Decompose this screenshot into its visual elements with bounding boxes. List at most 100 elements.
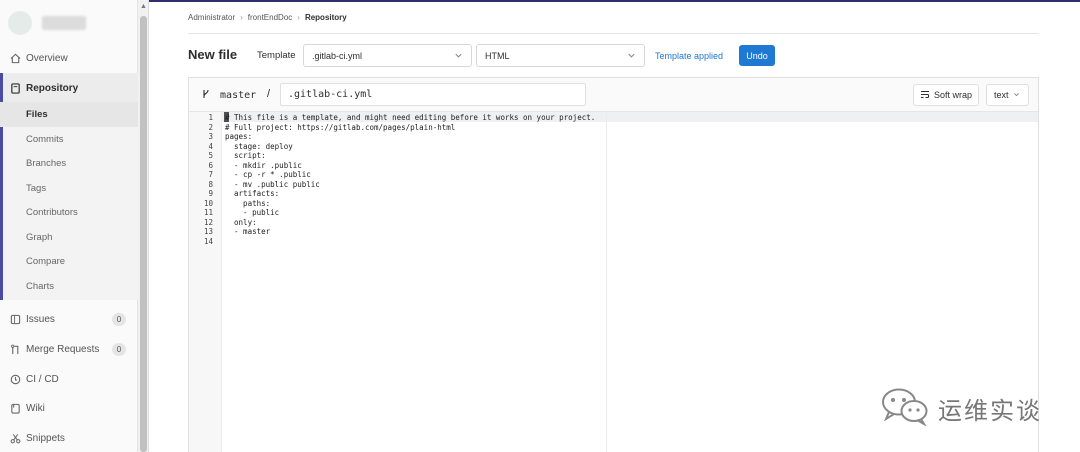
line-number: 10 xyxy=(203,198,213,208)
rocket-icon xyxy=(9,373,21,385)
chevron-down-icon xyxy=(454,51,464,61)
sidebar-item-cicd[interactable]: CI / CD xyxy=(0,364,138,394)
branch-icon xyxy=(202,89,216,101)
sidebar-item-merge-requests[interactable]: Merge Requests 0 xyxy=(0,334,138,364)
line-number: 14 xyxy=(203,236,213,246)
soft-wrap-icon xyxy=(920,90,930,101)
editor-mode-select[interactable]: text xyxy=(986,84,1029,106)
sidebar-subitem-graph[interactable]: Graph xyxy=(0,225,138,250)
breadcrumb-item-current[interactable]: Repository xyxy=(305,13,347,22)
chevron-right-icon: › xyxy=(297,13,300,22)
line-number: 12 xyxy=(203,217,213,227)
sidebar-subitem-commits[interactable]: Commits xyxy=(0,127,138,152)
template-type-select[interactable]: .gitlab-ci.yml xyxy=(303,44,472,67)
template-type-value: .gitlab-ci.yml xyxy=(312,50,363,61)
sidebar-item-issues[interactable]: Issues 0 xyxy=(0,304,138,334)
code-line: stage: deploy xyxy=(225,141,293,151)
sidebar-item-label: Snippets xyxy=(26,432,65,444)
code-line: - mv .public public xyxy=(225,179,320,189)
sidebar-subitem-contributors[interactable]: Contributors xyxy=(0,200,138,225)
code-line: pages: xyxy=(225,132,253,141)
undo-button[interactable]: Undo xyxy=(739,45,775,66)
code-line: script: xyxy=(225,151,266,160)
sidebar-item-wiki[interactable]: Wiki xyxy=(0,393,138,423)
sidebar-item-label: Repository xyxy=(26,82,79,94)
sidebar-item-repository[interactable]: Repository xyxy=(0,73,138,103)
template-value: HTML xyxy=(485,50,510,61)
divider xyxy=(188,33,1039,34)
book-icon xyxy=(9,82,21,94)
breadcrumb-item-administrator[interactable]: Administrator xyxy=(188,13,235,22)
branch-label: master xyxy=(220,90,257,101)
project-name-blurred xyxy=(42,16,86,30)
line-number: 8 xyxy=(208,179,213,189)
file-name-input[interactable]: .gitlab-ci.yml xyxy=(280,83,586,106)
scroll-up-arrow-icon[interactable]: ▲ xyxy=(140,3,147,11)
sidebar: Overview Repository Files Commits Branch… xyxy=(0,0,138,452)
sidebar-item-label: Overview xyxy=(26,52,68,64)
code-line: # This file is a template, and might nee… xyxy=(225,113,596,122)
sidebar-item-overview[interactable]: Overview xyxy=(0,43,138,73)
template-select[interactable]: HTML xyxy=(476,44,645,67)
sidebar-item-label: Wiki xyxy=(26,402,45,414)
sidebar-subitem-branches[interactable]: Branches xyxy=(0,151,138,176)
subitem-label: Branches xyxy=(26,158,67,169)
line-number-gutter: 1 2 3 4 5 6 7 8 9 10 11 12 13 14 xyxy=(189,112,222,452)
wiki-icon xyxy=(9,402,21,414)
line-number: 13 xyxy=(203,227,213,236)
sidebar-item-label: Issues xyxy=(26,313,55,325)
line-number: 2 xyxy=(208,122,213,132)
sidebar-item-label: Merge Requests xyxy=(26,343,100,355)
scissors-icon xyxy=(9,432,21,444)
wechat-icon xyxy=(880,386,930,431)
sidebar-subitem-tags[interactable]: Tags xyxy=(0,176,138,201)
subitem-label: Files xyxy=(26,109,48,120)
soft-wrap-button[interactable]: Soft wrap xyxy=(913,84,979,106)
soft-wrap-label: Soft wrap xyxy=(933,90,973,100)
code-line: artifacts: xyxy=(225,189,280,198)
sidebar-subitem-compare[interactable]: Compare xyxy=(0,249,138,274)
print-margin xyxy=(606,112,607,452)
editor-mode-value: text xyxy=(994,90,1009,100)
subitem-label: Graph xyxy=(26,232,53,243)
line-number: 4 xyxy=(208,141,213,151)
sidebar-item-snippets[interactable]: Snippets xyxy=(0,423,138,452)
merge-request-icon xyxy=(9,343,21,355)
breadcrumb: Administrator › frontEndDoc › Repository xyxy=(188,13,347,22)
issues-icon xyxy=(9,313,21,325)
home-icon xyxy=(9,52,21,64)
sidebar-item-label: CI / CD xyxy=(26,373,59,385)
code-line: - public xyxy=(225,208,280,217)
code-line: paths: xyxy=(225,198,271,208)
line-number: 3 xyxy=(208,132,213,141)
line-number: 9 xyxy=(208,189,213,198)
path-separator: / xyxy=(267,88,271,100)
editor-file-bar: master / .gitlab-ci.yml Soft wrap text xyxy=(189,78,1038,112)
project-header[interactable] xyxy=(8,10,133,36)
code-line: - master xyxy=(225,227,271,236)
subitem-label: Tags xyxy=(26,183,47,194)
chevron-down-icon xyxy=(627,51,637,61)
sidebar-subitem-files[interactable]: Files xyxy=(0,102,138,127)
code-line: # Full project: https://gitlab.com/pages… xyxy=(225,122,456,132)
chevron-right-icon: › xyxy=(240,13,243,22)
merge-requests-count-badge: 0 xyxy=(112,342,126,356)
subitem-label: Compare xyxy=(26,256,66,267)
line-number: 11 xyxy=(203,208,213,217)
branch-name: master xyxy=(202,89,256,101)
subitem-label: Commits xyxy=(26,134,64,145)
line-number: 1 xyxy=(208,113,213,122)
line-number: 5 xyxy=(208,151,213,160)
template-label: Template xyxy=(257,50,296,61)
code-line: only: xyxy=(225,217,257,227)
sidebar-scrollbar[interactable]: ▲ xyxy=(138,0,149,452)
chevron-down-icon xyxy=(1013,91,1020,100)
page-title: New file xyxy=(188,47,238,62)
issues-count-badge: 0 xyxy=(112,312,126,326)
breadcrumb-item-project[interactable]: frontEndDoc xyxy=(248,13,292,22)
template-applied-text: Template applied xyxy=(655,51,724,61)
scrollbar-thumb[interactable] xyxy=(140,16,147,452)
project-avatar xyxy=(8,11,32,35)
code-line: - cp -r * .public xyxy=(225,170,311,179)
sidebar-subitem-charts[interactable]: Charts xyxy=(0,274,138,299)
